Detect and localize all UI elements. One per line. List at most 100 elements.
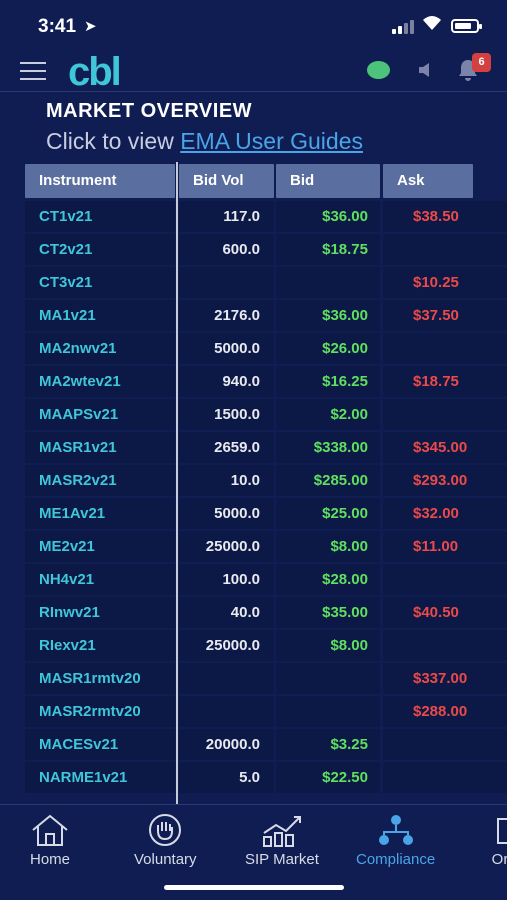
cell-bid-vol: 2176.0	[179, 300, 274, 331]
user-guides-link[interactable]: EMA User Guides	[180, 128, 363, 154]
app-header: cbl 6	[0, 48, 507, 95]
table-row[interactable]: ME2v21 25000.0 $8.00 $11.00	[25, 530, 507, 563]
cell-bid-vol: 25000.0	[179, 630, 274, 661]
cell-bid-vol: 10.0	[179, 465, 274, 496]
column-header-instrument[interactable]: Instrument	[25, 164, 175, 198]
nav-other[interactable]: Or	[490, 813, 507, 868]
nav-voluntary[interactable]: Voluntary	[134, 813, 197, 868]
frozen-column-divider	[176, 162, 178, 804]
cell-bid: $3.25	[276, 729, 380, 760]
table-row[interactable]: NH4v21 100.0 $28.00	[25, 563, 507, 596]
network-icon	[378, 815, 413, 845]
cell-ask	[383, 333, 507, 364]
cell-bid: $338.00	[276, 432, 380, 463]
table-row[interactable]: MASR2rmtv20 $288.00	[25, 695, 507, 728]
menu-icon[interactable]	[20, 62, 46, 80]
table-row[interactable]: MA2wtev21 940.0 $16.25 $18.75	[25, 365, 507, 398]
cell-bid-vol: 600.0	[179, 234, 274, 265]
cell-bid: $36.00	[276, 300, 380, 331]
column-header-bid[interactable]: Bid	[276, 164, 380, 198]
cell-bid: $18.75	[276, 234, 380, 265]
cell-bid	[276, 663, 380, 694]
cell-bid-vol: 5000.0	[179, 333, 274, 364]
table-row[interactable]: MACESv21 20000.0 $3.25	[25, 728, 507, 761]
notification-badge: 6	[472, 53, 491, 72]
cell-ask: $40.50	[383, 597, 507, 628]
cell-instrument: MA2nwv21	[25, 333, 175, 364]
cell-ask: $293.00	[383, 465, 507, 496]
cell-ask: $18.75	[383, 366, 507, 397]
column-header-bid-vol[interactable]: Bid Vol	[179, 164, 274, 198]
nav-sip-market[interactable]: SIP Market	[245, 813, 319, 868]
cell-instrument: ME2v21	[25, 531, 175, 562]
ask-value: $10.25	[413, 274, 459, 291]
nav-home-label: Home	[30, 851, 71, 868]
signal-icon	[392, 20, 416, 34]
cell-bid: $25.00	[276, 498, 380, 529]
home-icon	[32, 814, 68, 846]
cell-instrument: MA1v21	[25, 300, 175, 331]
cell-ask: $38.50	[383, 201, 507, 232]
table-body: CT1v21 117.0 $36.00 $38.50 CT2v21 600.0 $18.75…	[25, 200, 507, 794]
cell-bid-vol: 5000.0	[179, 498, 274, 529]
status-bar: 3:41 ➤	[0, 0, 507, 48]
table-row[interactable]: MA1v21 2176.0 $36.00 $37.50	[25, 299, 507, 332]
cell-bid	[276, 696, 380, 727]
cell-ask: $37.50	[383, 300, 507, 331]
battery-icon	[451, 19, 482, 33]
table-row[interactable]: CT3v21 $10.25	[25, 266, 507, 299]
cell-bid: $8.00	[276, 630, 380, 661]
ask-value: $40.50	[413, 604, 459, 621]
app-logo: cbl	[68, 50, 134, 95]
cell-ask: $10.25	[383, 267, 507, 298]
table-row[interactable]: MASR2v21 10.0 $285.00 $293.00	[25, 464, 507, 497]
ask-value: $11.00	[413, 538, 459, 555]
nav-compliance[interactable]: Compliance	[356, 813, 435, 868]
wifi-icon	[422, 15, 442, 36]
cell-instrument: NH4v21	[25, 564, 175, 595]
table-row[interactable]: ME1Av21 5000.0 $25.00 $32.00	[25, 497, 507, 530]
table-row[interactable]: MASR1v21 2659.0 $338.00 $345.00	[25, 431, 507, 464]
table-row[interactable]: CT2v21 600.0 $18.75	[25, 233, 507, 266]
cell-instrument: MASR1rmtv20	[25, 663, 175, 694]
cell-instrument: CT1v21	[25, 201, 175, 232]
cell-instrument: ME1Av21	[25, 498, 175, 529]
cell-bid: $2.00	[276, 399, 380, 430]
speaker-icon[interactable]	[418, 62, 432, 82]
cell-bid: $35.00	[276, 597, 380, 628]
cell-bid: $8.00	[276, 531, 380, 562]
cell-instrument: CT2v21	[25, 234, 175, 265]
ask-value: $18.75	[413, 373, 459, 390]
cell-instrument: RInwv21	[25, 597, 175, 628]
cell-bid: $22.50	[276, 762, 380, 793]
cell-bid: $285.00	[276, 465, 380, 496]
cell-instrument: MACESv21	[25, 729, 175, 760]
cell-ask: $32.00	[383, 498, 507, 529]
cell-bid-vol: 20000.0	[179, 729, 274, 760]
cell-bid-vol: 117.0	[179, 201, 274, 232]
table-row[interactable]: MASR1rmtv20 $337.00	[25, 662, 507, 695]
nav-home[interactable]: Home	[30, 813, 70, 868]
table-row[interactable]: RInwv21 40.0 $35.00 $40.50	[25, 596, 507, 629]
cell-bid-vol: 100.0	[179, 564, 274, 595]
nav-voluntary-label: Voluntary	[134, 851, 197, 868]
ask-value: $345.00	[413, 439, 468, 456]
subtitle-text: Click to view	[46, 128, 181, 154]
ask-value: $288.00	[413, 703, 468, 720]
ask-value: $32.00	[413, 505, 459, 522]
chart-icon	[262, 816, 301, 847]
table-row[interactable]: RIexv21 25000.0 $8.00	[25, 629, 507, 662]
column-header-ask[interactable]: Ask	[383, 164, 473, 198]
home-indicator[interactable]	[164, 885, 344, 890]
cell-ask	[383, 564, 507, 595]
cell-bid-vol: 40.0	[179, 597, 274, 628]
location-icon: ➤	[84, 18, 97, 35]
table-row[interactable]: MA2nwv21 5000.0 $26.00	[25, 332, 507, 365]
logo-text: cbl	[68, 50, 122, 94]
market-table: Instrument Bid Vol Bid Ask CT1v21 117.0 $3…	[25, 162, 507, 804]
table-row[interactable]: NARME1v21 5.0 $22.50	[25, 761, 507, 794]
table-row[interactable]: CT1v21 117.0 $36.00 $38.50	[25, 200, 507, 233]
table-row[interactable]: MAAPSv21 1500.0 $2.00	[25, 398, 507, 431]
nav-other-label: Or	[491, 851, 507, 868]
ask-value: $38.50	[413, 208, 459, 225]
